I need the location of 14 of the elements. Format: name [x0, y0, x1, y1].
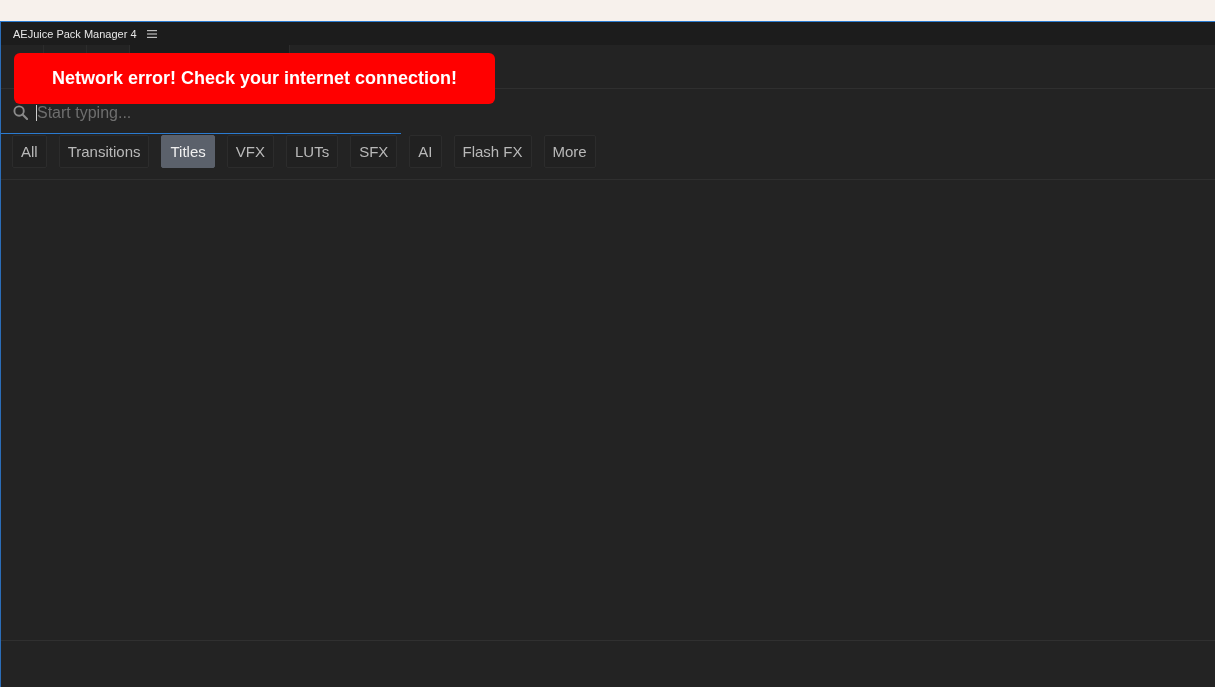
menu-icon[interactable]	[146, 29, 157, 38]
category-tab[interactable]: AI	[409, 135, 442, 168]
category-tab[interactable]: LUTs	[285, 135, 339, 168]
category-tab[interactable]: All	[12, 135, 47, 168]
category-tab[interactable]: Flash FX	[453, 135, 532, 168]
category-tab[interactable]: Transitions	[58, 135, 150, 168]
category-tab[interactable]: More	[543, 135, 596, 168]
error-toast: Network error! Check your internet connection!	[14, 53, 495, 104]
search-icon	[13, 105, 28, 120]
category-tab[interactable]: Titles	[161, 135, 215, 168]
category-tab[interactable]: VFX	[226, 135, 274, 168]
window-title: AEJuice Pack Manager 4	[13, 27, 137, 40]
text-cursor	[36, 105, 37, 121]
category-tab[interactable]: SFX	[350, 135, 398, 168]
